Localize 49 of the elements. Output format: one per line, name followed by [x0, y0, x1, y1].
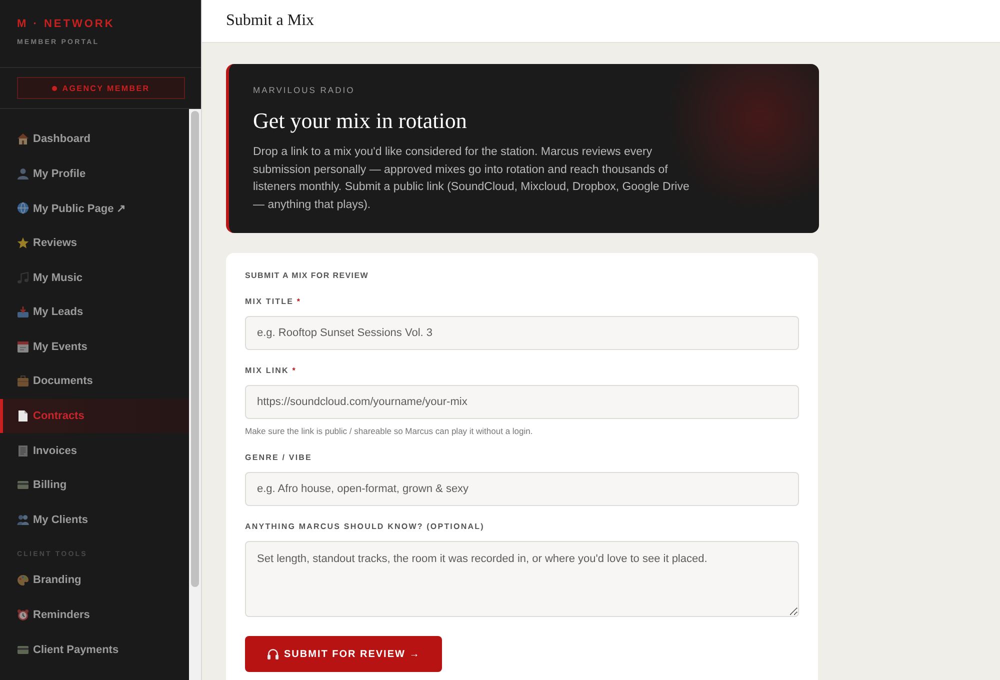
nav-item[interactable]: Invoices	[0, 433, 189, 468]
badge-label: AGENCY MEMBER	[62, 84, 150, 92]
dot-icon	[52, 86, 58, 90]
nav-item[interactable]: My Music	[0, 260, 189, 295]
credit-card-icon	[17, 479, 29, 492]
nav-item[interactable]: Dashboard	[0, 122, 189, 157]
field-label: GENRE / VIBE	[245, 452, 313, 463]
field-hint: Make sure the link is public / shareable so Marcus can play it without a login.	[245, 425, 534, 437]
alarm-clock-icon	[17, 609, 29, 622]
nav-item[interactable]: Reminders	[0, 598, 189, 632]
briefcase-icon	[17, 375, 29, 388]
brand-title: M · NETWORK	[17, 17, 116, 31]
hero-description: Drop a link to a mix you'd like considered for the station. Marcus reviews every submission personally — approved mixes go into rotation and reach thousands of listeners monthly. Submit a public link (SoundCloud, Mixcloud, Dropbox, Google Drive — anything that plays).	[253, 145, 690, 212]
field-label: MIX LINK *	[245, 365, 298, 376]
hero-title: Get your mix in rotation	[253, 107, 468, 135]
field-label: MIX TITLE *	[245, 296, 302, 307]
scrollbar-thumb[interactable]	[191, 111, 199, 587]
input-field[interactable]: e.g. Afro house, open-format, grown & sexy	[245, 472, 799, 506]
nav-item[interactable]: Client Payments	[0, 632, 189, 667]
nav-item[interactable]: My Profile	[0, 156, 189, 192]
nav-item[interactable]: My Public Page ↗	[0, 191, 189, 226]
page-title: Submit a Mix	[226, 12, 314, 30]
nav-item[interactable]: Branding	[0, 563, 189, 598]
credit-card-icon	[17, 644, 29, 656]
house-icon	[17, 133, 29, 146]
palette-icon	[17, 574, 29, 586]
headphones-icon	[267, 648, 279, 660]
field-label: ANYTHING MARCUS SHOULD KNOW? (OPTIONAL)	[245, 521, 486, 532]
nav-item[interactable]: My Leads	[0, 294, 189, 330]
submit-button[interactable]: SUBMIT FOR REVIEW →	[245, 636, 442, 672]
form-title: SUBMIT A MIX FOR REVIEW	[245, 270, 370, 281]
globe-icon	[17, 202, 29, 214]
calendar-icon	[17, 340, 29, 353]
nav-item[interactable]: My Clients	[0, 502, 189, 538]
hero-kicker: MARVILOUS RADIO	[253, 84, 356, 96]
person-icon	[17, 168, 29, 180]
nav-item[interactable]: Reviews	[0, 226, 189, 260]
input-field[interactable]: e.g. Rooftop Sunset Sessions Vol. 3	[245, 316, 799, 350]
star-icon	[17, 237, 29, 250]
nav-item[interactable]: Documents	[0, 364, 189, 399]
people-icon	[17, 514, 29, 526]
document-icon	[17, 410, 29, 422]
music-note-icon	[17, 272, 29, 284]
inbox-tray-icon	[17, 306, 29, 318]
nav-item[interactable]: My Events	[0, 330, 189, 364]
receipt-icon	[17, 444, 29, 457]
input-field[interactable]: https://soundcloud.com/yourname/your-mix	[245, 385, 799, 419]
nav-item[interactable]: Billing	[0, 468, 189, 503]
text-area[interactable]: Set length, standout tracks, the room it was recorded in, or where you'd love to see it placed.	[245, 541, 799, 617]
